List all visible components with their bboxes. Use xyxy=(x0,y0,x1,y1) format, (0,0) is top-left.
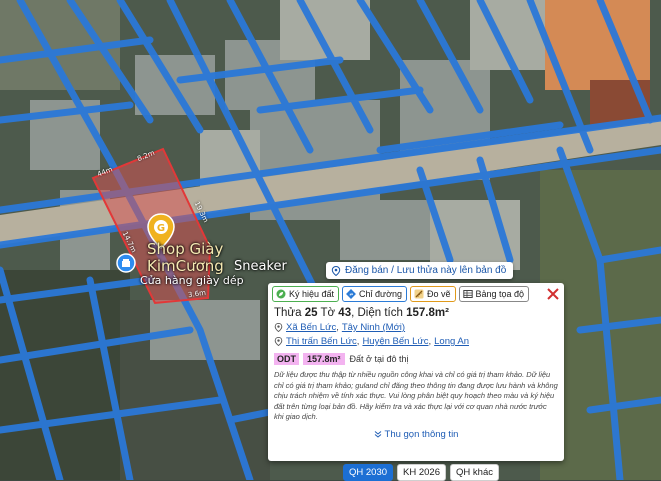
disclaimer-text: Dữ liệu được thu thập từ nhiều nguồn côn… xyxy=(274,370,558,421)
tab-qh-other[interactable]: QH khác xyxy=(450,464,499,481)
direction-icon xyxy=(346,289,356,299)
tab-qh-2030[interactable]: QH 2030 xyxy=(343,464,394,481)
leaf-icon xyxy=(276,289,286,299)
directions-button[interactable]: Chỉ đường xyxy=(342,286,407,302)
svg-text:G: G xyxy=(157,223,165,234)
table-icon xyxy=(462,290,473,298)
directions-label: Chỉ đường xyxy=(359,289,402,299)
shop-icon[interactable] xyxy=(116,253,136,273)
collapse-info-link[interactable]: Thu gọn thông tin xyxy=(268,424,564,440)
province-link[interactable]: Tây Ninh (Mới) xyxy=(342,322,405,333)
close-icon[interactable] xyxy=(546,287,560,301)
town-link[interactable]: Thị trấn Bến Lức xyxy=(286,336,357,347)
area-value: 157.8m² xyxy=(406,307,449,319)
location-pin-icon xyxy=(274,323,283,332)
address-separator: , xyxy=(336,322,339,333)
g-marker-icon[interactable]: G xyxy=(147,213,175,249)
chevron-down-icon xyxy=(374,431,381,438)
location-pin-icon xyxy=(274,337,283,346)
planning-layer-tabs: QH 2030 KH 2026 QH khác xyxy=(343,464,499,481)
parcel-number: 25 xyxy=(304,307,318,319)
sheet-number: 43 xyxy=(338,307,352,319)
measure-button[interactable]: Đo vẽ xyxy=(409,286,456,302)
land-area-badge: 157.8m² xyxy=(303,353,345,365)
address-old: Thị trấn Bến Lức, Huyện Bến Lức, Long An xyxy=(268,335,564,349)
parcel-title-prefix: Thửa xyxy=(274,307,302,319)
address-separator: , xyxy=(428,336,432,347)
collapse-info-label: Thu gọn thông tin xyxy=(384,428,459,440)
land-code-badge: ODT xyxy=(274,353,299,365)
coordinate-table-label: Bảng tọa độ xyxy=(475,289,525,299)
post-parcel-label: Đăng bán / Lưu thửa này lên bản đồ xyxy=(345,265,507,276)
land-legend-label: Ký hiệu đất xyxy=(289,289,335,299)
area-label: , Diện tích xyxy=(351,307,403,319)
land-use-row: ODT 157.8m² Đất ở tại đô thị xyxy=(268,349,564,369)
post-parcel-button[interactable]: Đăng bán / Lưu thửa này lên bản đồ xyxy=(326,262,514,279)
tab-kh-2026[interactable]: KH 2026 xyxy=(397,464,447,481)
parcel-title: Thửa 25 Tờ 43, Diện tích 157.8m² xyxy=(268,302,564,321)
ward-link[interactable]: Xã Bến Lức xyxy=(286,322,336,333)
ruler-icon xyxy=(414,289,424,299)
measure-label: Đo vẽ xyxy=(426,289,451,299)
coordinate-table-button[interactable]: Bảng tọa độ xyxy=(458,286,530,302)
land-legend-button[interactable]: Ký hiệu đất xyxy=(272,286,340,302)
address-separator: , xyxy=(356,336,360,347)
sheet-label: Tờ xyxy=(320,307,336,319)
old-province-link[interactable]: Long An xyxy=(434,336,469,347)
popup-toolbar: Ký hiệu đất Chỉ đường Đo vẽ Bảng tọa độ xyxy=(268,283,564,302)
address-new: Xã Bến Lức, Tây Ninh (Mới) xyxy=(268,321,564,335)
land-use-description: Đất ở tại đô thị xyxy=(349,354,409,364)
district-link[interactable]: Huyện Bến Lức xyxy=(362,336,428,347)
parcel-info-popup: Ký hiệu đất Chỉ đường Đo vẽ Bảng tọa độ xyxy=(268,283,564,461)
location-pin-icon xyxy=(331,265,341,276)
